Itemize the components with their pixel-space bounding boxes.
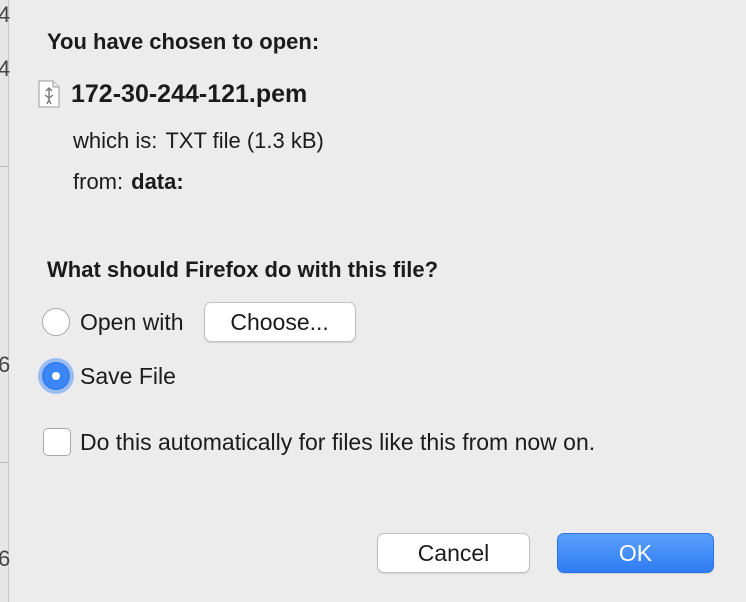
- file-name: 172-30-244-121.pem: [71, 79, 308, 108]
- auto-action-option[interactable]: Do this automatically for files like thi…: [43, 428, 595, 456]
- background-divider: [0, 166, 8, 167]
- action-question: What should Firefox do with this file?: [47, 257, 439, 282]
- from-label: from:: [73, 169, 124, 194]
- save-file-option[interactable]: Save File: [42, 362, 176, 390]
- choose-application-button[interactable]: Choose...: [203, 302, 356, 342]
- dialog-heading: You have chosen to open:: [47, 29, 320, 54]
- open-file-dialog: 4 4 6 6 You have chosen to open: 172-30-…: [0, 0, 746, 602]
- file-row: 172-30-244-121.pem: [38, 76, 307, 112]
- open-with-radio[interactable]: [42, 308, 70, 336]
- open-with-label[interactable]: Open with: [80, 309, 184, 336]
- file-source-line: from: data:: [73, 169, 184, 195]
- save-file-label[interactable]: Save File: [80, 363, 176, 390]
- ok-button[interactable]: OK: [557, 533, 714, 573]
- document-icon: [38, 80, 60, 108]
- auto-action-label[interactable]: Do this automatically for files like thi…: [80, 429, 595, 456]
- background-glyph: 6: [0, 546, 11, 571]
- which-is-label: which is:: [73, 128, 158, 153]
- background-glyph: 4: [0, 2, 11, 27]
- file-type-line: which is: TXT file (1.3 kB): [73, 128, 324, 154]
- save-file-radio[interactable]: [42, 362, 70, 390]
- background-glyph: 6: [0, 352, 11, 377]
- background-glyph: 4: [0, 56, 11, 81]
- file-source-value: data:: [131, 169, 184, 194]
- auto-action-checkbox[interactable]: [43, 428, 71, 456]
- background-divider: [0, 462, 8, 463]
- cancel-button[interactable]: Cancel: [377, 533, 530, 573]
- file-type-value: TXT file (1.3 kB): [165, 128, 324, 153]
- background-window-edge: 4 4 6 6: [0, 0, 11, 602]
- open-with-option[interactable]: Open with Choose...: [42, 302, 356, 342]
